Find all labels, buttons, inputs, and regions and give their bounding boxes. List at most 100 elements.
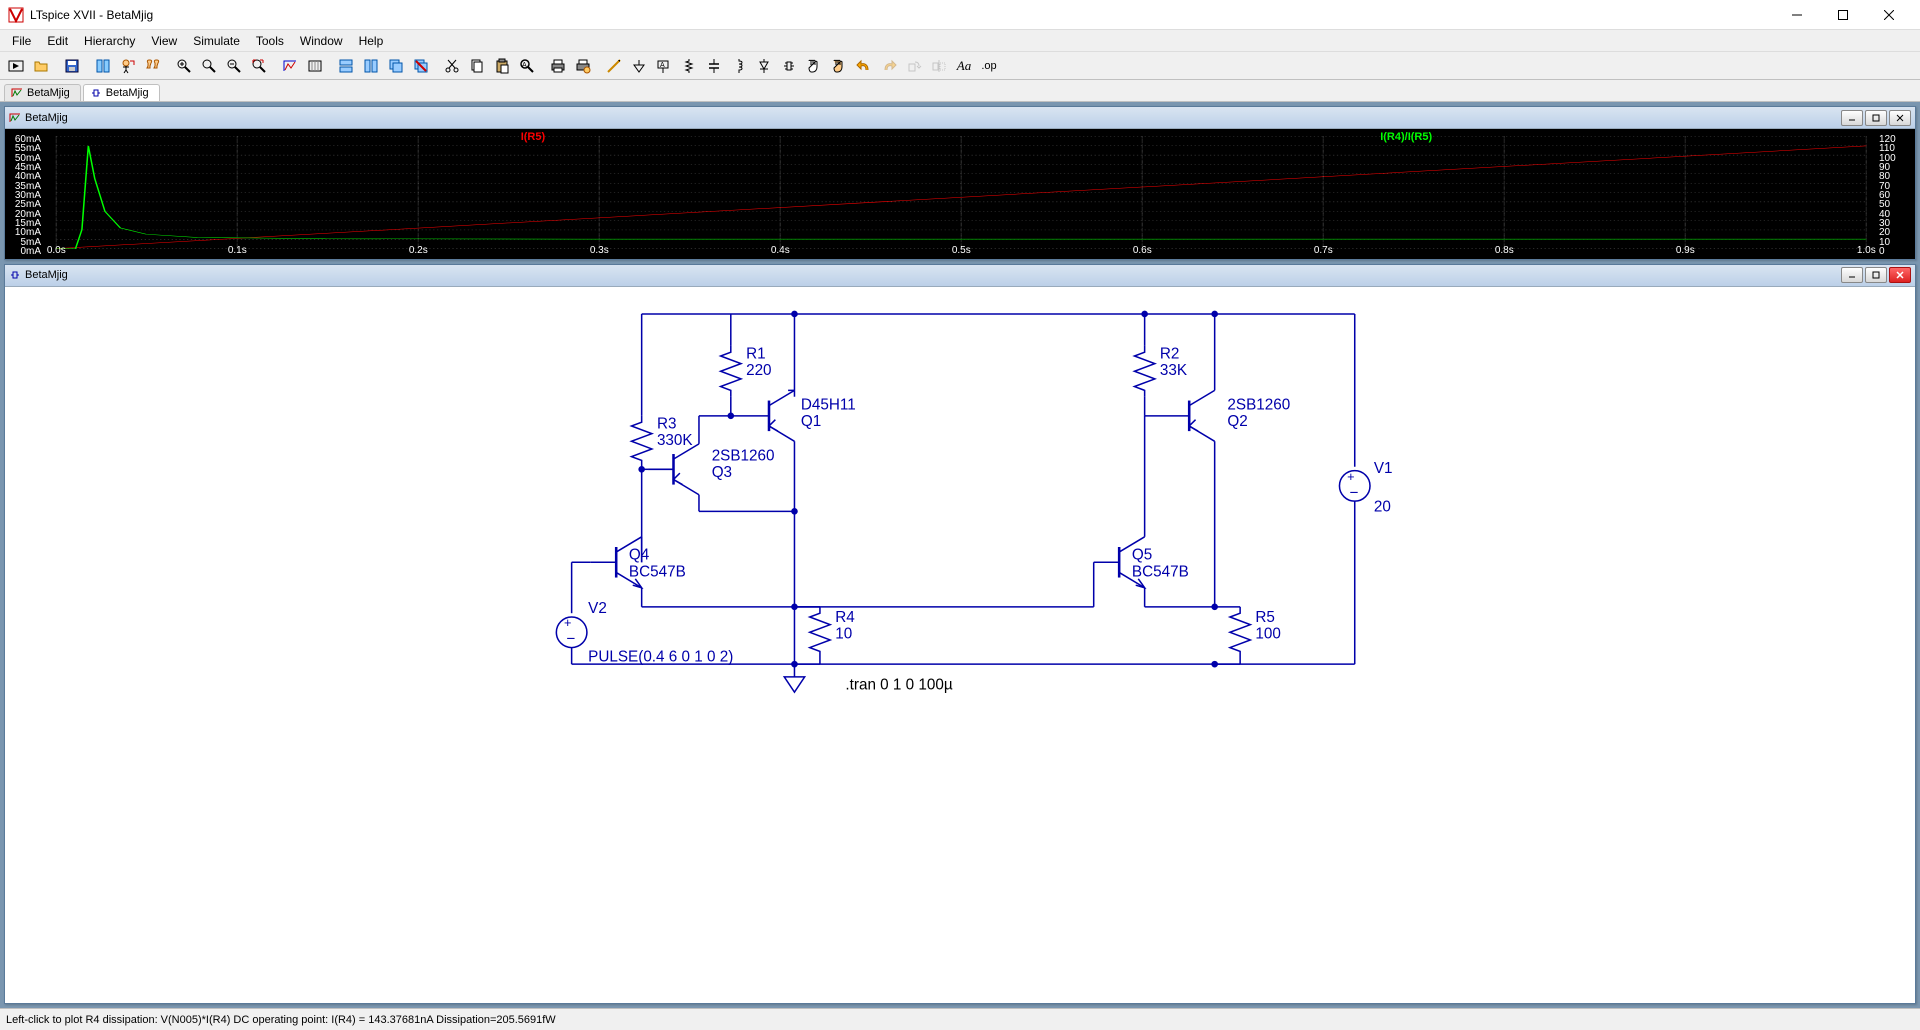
- zoom-in-button[interactable]: [172, 54, 196, 78]
- undo-button[interactable]: [852, 54, 876, 78]
- schematic-window: BetaMjig R1 220: [4, 264, 1916, 1004]
- save-button[interactable]: [60, 54, 84, 78]
- schematic-svg: R1 220 D45H11 Q1: [5, 287, 1915, 1003]
- draw-wire-button[interactable]: [602, 54, 626, 78]
- maximize-button[interactable]: [1820, 0, 1866, 30]
- menu-view[interactable]: View: [143, 32, 185, 50]
- autorange-button[interactable]: [278, 54, 302, 78]
- zoom-out-button[interactable]: [222, 54, 246, 78]
- paste-button[interactable]: [490, 54, 514, 78]
- mirror-button[interactable]: [927, 54, 951, 78]
- window-title: LTspice XVII - BetaMjig: [30, 8, 1774, 22]
- x-axis-label: 0.8s: [1495, 245, 1514, 256]
- svg-text:A: A: [660, 62, 665, 69]
- schematic-titlebar[interactable]: BetaMjig: [5, 265, 1915, 287]
- halt-button[interactable]: [141, 54, 165, 78]
- menu-help[interactable]: Help: [351, 32, 392, 50]
- capacitor-button[interactable]: [702, 54, 726, 78]
- y-axis-right-label: 60: [1879, 190, 1913, 201]
- menu-tools[interactable]: Tools: [248, 32, 292, 50]
- control-panel-button[interactable]: [91, 54, 115, 78]
- x-axis-label: 0.2s: [409, 245, 428, 256]
- y-axis-left-label: 55mA: [7, 143, 41, 154]
- wave-icon: [11, 87, 23, 99]
- move-button[interactable]: [802, 54, 826, 78]
- pan-button[interactable]: [197, 54, 221, 78]
- close-button[interactable]: [1866, 0, 1912, 30]
- svg-text:+: +: [1347, 469, 1354, 484]
- rotate-button[interactable]: [902, 54, 926, 78]
- title-bar: LTspice XVII - BetaMjig: [0, 0, 1920, 30]
- waveform-title: BetaMjig: [25, 112, 68, 124]
- schematic-title: BetaMjig: [25, 269, 68, 281]
- tab-label: BetaMjig: [106, 87, 149, 99]
- label-net-button[interactable]: A: [652, 54, 676, 78]
- menu-edit[interactable]: Edit: [39, 32, 76, 50]
- svg-text:2SB1260: 2SB1260: [712, 447, 775, 464]
- sw-maximize-button[interactable]: [1865, 267, 1887, 283]
- sw-close-button[interactable]: [1889, 110, 1911, 126]
- plot-svg: [5, 129, 1915, 259]
- tab-waveform[interactable]: BetaMjig: [4, 84, 81, 101]
- waveform-plot-area[interactable]: I(R5) I(R4)/I(R5) 0mA5mA10mA15mA20mA25mA…: [5, 129, 1915, 259]
- menu-window[interactable]: Window: [292, 32, 351, 50]
- zoom-full-button[interactable]: [247, 54, 271, 78]
- svg-text:A: A: [522, 62, 527, 69]
- minimize-button[interactable]: [1774, 0, 1820, 30]
- menu-hierarchy[interactable]: Hierarchy: [76, 32, 143, 50]
- svg-text:20: 20: [1374, 498, 1391, 515]
- tile-horiz-button[interactable]: [334, 54, 358, 78]
- print-setup-button[interactable]: [571, 54, 595, 78]
- x-axis-label: 0.9s: [1676, 245, 1695, 256]
- copy-button[interactable]: [465, 54, 489, 78]
- open-button[interactable]: [29, 54, 53, 78]
- print-button[interactable]: [546, 54, 570, 78]
- svg-text:R2: R2: [1160, 345, 1180, 362]
- inductor-button[interactable]: [727, 54, 751, 78]
- run-button[interactable]: [4, 54, 28, 78]
- svg-text:+: +: [564, 615, 571, 630]
- find-button[interactable]: A: [515, 54, 539, 78]
- status-bar: Left-click to plot R4 dissipation: V(N00…: [0, 1008, 1920, 1030]
- y-axis-left-label: 45mA: [7, 162, 41, 173]
- y-axis-left-label: 60mA: [7, 134, 41, 145]
- x-axis-label: 0.1s: [228, 245, 247, 256]
- pick-visible-button[interactable]: [303, 54, 327, 78]
- status-text: Left-click to plot R4 dissipation: V(N00…: [6, 1014, 556, 1026]
- resistor-button[interactable]: [677, 54, 701, 78]
- sw-maximize-button[interactable]: [1865, 110, 1887, 126]
- close-all-button[interactable]: [409, 54, 433, 78]
- svg-text:2SB1260: 2SB1260: [1227, 396, 1290, 413]
- tab-schematic[interactable]: BetaMjig: [83, 84, 160, 101]
- svg-text:Q1: Q1: [801, 413, 821, 430]
- waveform-titlebar[interactable]: BetaMjig: [5, 107, 1915, 129]
- ground-button[interactable]: [627, 54, 651, 78]
- y-axis-right-label: 10: [1879, 237, 1913, 248]
- component-button[interactable]: [777, 54, 801, 78]
- document-tabs: BetaMjig BetaMjig: [0, 80, 1920, 102]
- diode-button[interactable]: [752, 54, 776, 78]
- tile-vert-button[interactable]: [359, 54, 383, 78]
- cut-button[interactable]: [440, 54, 464, 78]
- menu-simulate[interactable]: Simulate: [185, 32, 248, 50]
- svg-text:Q2: Q2: [1227, 413, 1247, 430]
- cascade-button[interactable]: [384, 54, 408, 78]
- y-axis-left-label: 20mA: [7, 209, 41, 220]
- sw-minimize-button[interactable]: [1841, 267, 1863, 283]
- svg-text:10: 10: [835, 626, 852, 643]
- x-axis-label: 0.7s: [1314, 245, 1333, 256]
- redo-button[interactable]: [877, 54, 901, 78]
- spice-directive-button[interactable]: .op: [977, 54, 1001, 78]
- svg-text:Q5: Q5: [1132, 547, 1152, 564]
- run-sim-button[interactable]: [116, 54, 140, 78]
- place-text-button[interactable]: Aa: [952, 54, 976, 78]
- schematic-canvas[interactable]: R1 220 D45H11 Q1: [5, 287, 1915, 1003]
- svg-text:.tran 0 1 0 100µ: .tran 0 1 0 100µ: [845, 677, 952, 694]
- menu-file[interactable]: File: [4, 32, 39, 50]
- x-axis-label: 0.4s: [771, 245, 790, 256]
- toolbar: A A Aa .op: [0, 52, 1920, 80]
- svg-text:BC547B: BC547B: [1132, 563, 1189, 580]
- sw-minimize-button[interactable]: [1841, 110, 1863, 126]
- sw-close-button[interactable]: [1889, 267, 1911, 283]
- drag-button[interactable]: [827, 54, 851, 78]
